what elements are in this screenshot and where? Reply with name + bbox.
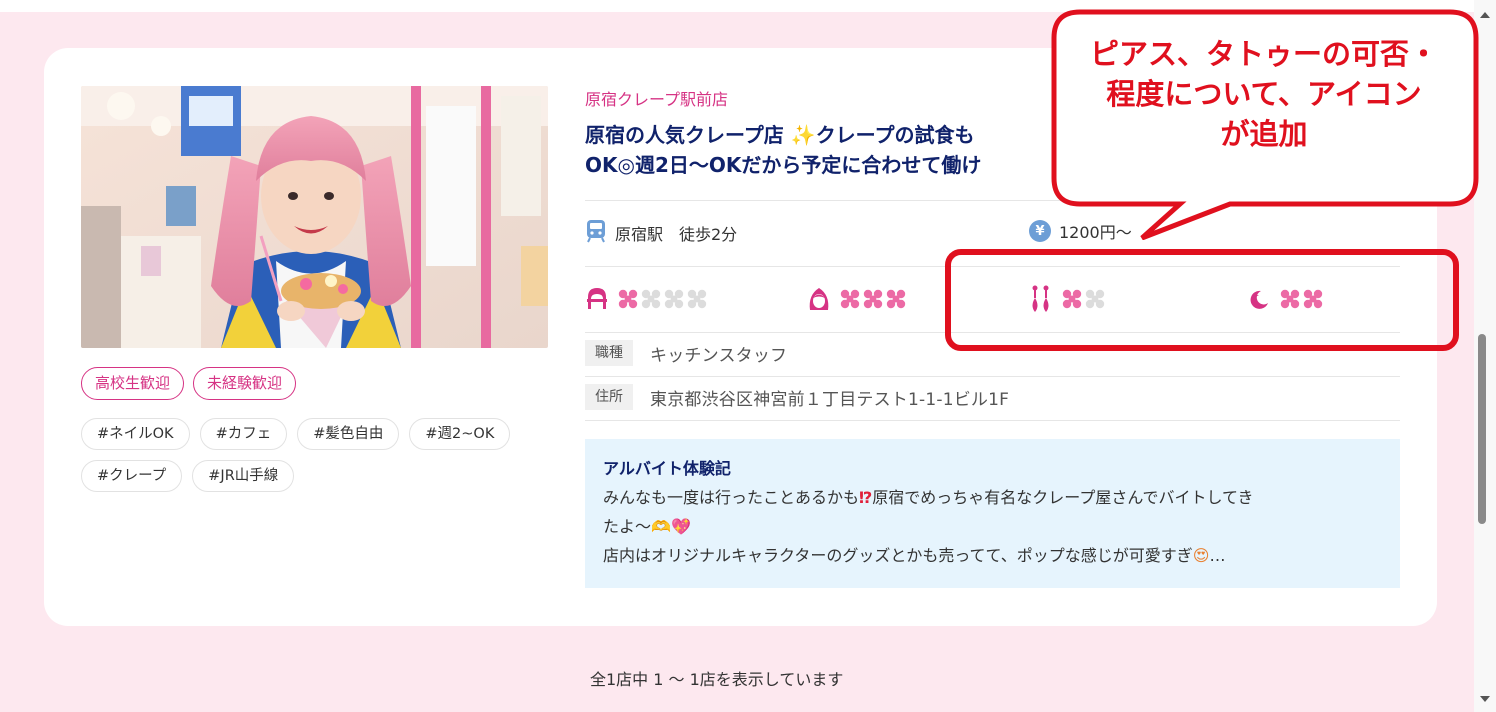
hat-rating bbox=[585, 284, 707, 314]
annotation-callout-text: ピアス、タトゥーの可否・ 程度について、アイコン が追加 bbox=[1089, 37, 1438, 151]
badge-highschool[interactable]: 高校生歓迎 bbox=[81, 367, 185, 400]
sparkle-icon: ✨ bbox=[783, 123, 816, 147]
address-value: 東京都渋谷区神宮前１丁目テスト1-1-1ビル1F bbox=[650, 389, 1010, 410]
rating-inactive-icon bbox=[664, 289, 684, 309]
tag-item[interactable]: #週2~OK bbox=[409, 418, 511, 450]
result-count-text: 全1店中 1 〜 1店を表示しています bbox=[590, 670, 844, 689]
scroll-up-arrow-icon[interactable] bbox=[1480, 12, 1490, 18]
rating-active-icon bbox=[863, 289, 883, 309]
badge-beginner[interactable]: 未経験歓迎 bbox=[193, 367, 297, 400]
experience-diary[interactable]: アルバイト体験記 みんなも一度は行ったことあるかも⁉原宿でめっちゃ有名なクレープ… bbox=[585, 439, 1400, 588]
headline-part1: 原宿の人気クレープ店 bbox=[585, 123, 784, 147]
address-row: 住所 東京都渋谷区神宮前１丁目テスト1-1-1ビル1F bbox=[585, 384, 1009, 410]
tag-item[interactable]: #カフェ bbox=[199, 418, 288, 450]
badge-list: 高校生歓迎 未経験歓迎 bbox=[81, 367, 297, 400]
diary-line1b: 原宿でめっちゃ有名なクレープ屋さんでバイトしてき bbox=[872, 488, 1254, 507]
rating-inactive-icon bbox=[687, 289, 707, 309]
station-info: 原宿駅 徒歩2分 bbox=[585, 219, 737, 247]
tag-item[interactable]: #JR山手線 bbox=[192, 460, 295, 492]
sparkling-heart-icon: 💖 bbox=[670, 517, 691, 536]
store-photo[interactable] bbox=[81, 86, 548, 348]
diary-line3: 店内はオリジナルキャラクターのグッズとかも売ってて、ポップな感じが可愛すぎ bbox=[603, 546, 1193, 565]
hair-color-icon bbox=[807, 284, 831, 314]
heart-hands-icon: 🫶 bbox=[651, 517, 671, 536]
hat-icon bbox=[585, 284, 609, 314]
exclamation-question-icon: ⁉ bbox=[859, 488, 873, 507]
diary-body: みんなも一度は行ったことあるかも⁉原宿でめっちゃ有名なクレープ屋さんでバイトして… bbox=[603, 483, 1382, 570]
tag-item[interactable]: #髪色自由 bbox=[297, 418, 400, 450]
job-type-value: キッチンスタッフ bbox=[650, 345, 788, 366]
job-type-label: 職種 bbox=[585, 340, 633, 366]
tag-item[interactable]: #クレープ bbox=[81, 460, 183, 492]
diary-line2: たよ〜 bbox=[603, 517, 652, 536]
headline-part3: OK bbox=[585, 153, 618, 177]
diary-line3-end: … bbox=[1209, 546, 1226, 565]
hair-color-rating bbox=[807, 284, 906, 314]
address-label: 住所 bbox=[585, 384, 633, 410]
tag-item[interactable]: #ネイルOK bbox=[81, 418, 190, 450]
scroll-down-arrow-icon[interactable] bbox=[1480, 696, 1490, 702]
headline-part4: 週2日〜OKだから予定に合わせて働け bbox=[634, 153, 982, 177]
rating-active-icon bbox=[840, 289, 860, 309]
headline-part2: クレープの試食も bbox=[815, 123, 975, 147]
job-type-row: 職種 キッチンスタッフ bbox=[585, 340, 787, 366]
divider bbox=[585, 420, 1400, 421]
station-text: 原宿駅 徒歩2分 bbox=[615, 225, 738, 244]
heart-eyes-icon: 😍 bbox=[1192, 546, 1210, 565]
scroll-thumb[interactable] bbox=[1478, 334, 1486, 524]
store-name[interactable]: 原宿クレープ駅前店 bbox=[585, 86, 728, 110]
annotation-highlight-box bbox=[945, 249, 1459, 351]
tag-list: #ネイルOK #カフェ #髪色自由 #週2~OK #クレープ #JR山手線 bbox=[81, 418, 551, 492]
diary-title: アルバイト体験記 bbox=[603, 459, 731, 478]
diary-line1: みんなも一度は行ったことあるかも bbox=[603, 488, 860, 507]
divider bbox=[585, 376, 1400, 377]
rating-active-icon bbox=[618, 289, 638, 309]
double-circle-icon: ◎ bbox=[617, 153, 635, 177]
train-icon bbox=[585, 219, 607, 247]
rating-inactive-icon bbox=[641, 289, 661, 309]
rating-active-icon bbox=[886, 289, 906, 309]
